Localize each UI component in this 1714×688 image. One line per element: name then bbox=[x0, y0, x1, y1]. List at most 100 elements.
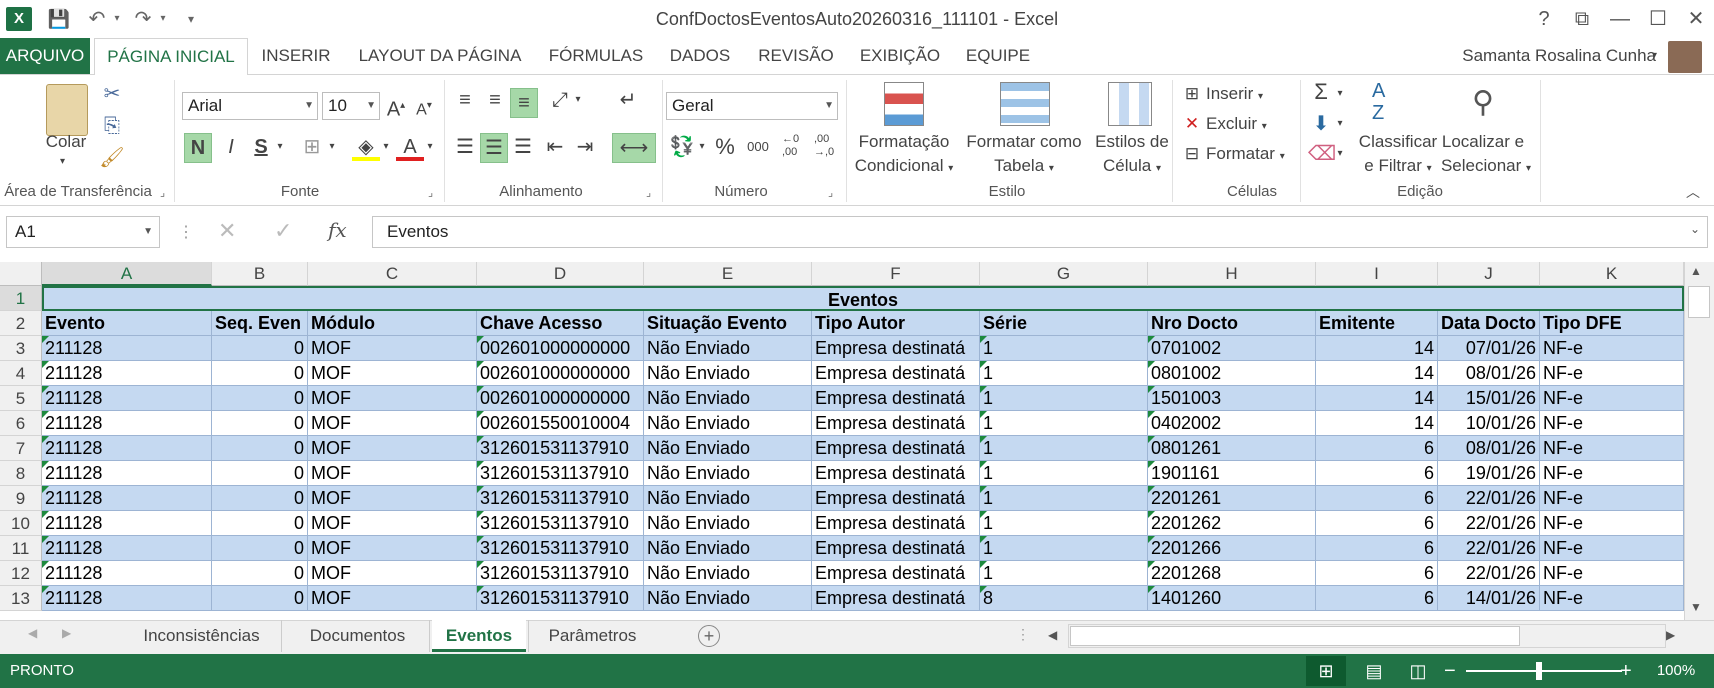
table-cell[interactable]: 22/01/26 bbox=[1438, 561, 1540, 586]
column-header-i[interactable]: I bbox=[1316, 262, 1438, 286]
table-cell[interactable]: Empresa destinatá bbox=[812, 386, 980, 411]
table-cell[interactable]: 6 bbox=[1316, 436, 1438, 461]
table-cell[interactable]: MOF bbox=[308, 586, 477, 611]
table-cell[interactable]: NF-e bbox=[1540, 386, 1684, 411]
delete-cells-icon[interactable]: ✕ bbox=[1180, 110, 1204, 138]
table-cell[interactable]: 312601531137910 bbox=[477, 586, 644, 611]
font-color-dropdown-icon[interactable]: ▾ bbox=[424, 133, 436, 161]
column-header-f[interactable]: F bbox=[812, 262, 980, 286]
column-header-a[interactable]: A bbox=[42, 262, 212, 286]
cell-styles-label-1[interactable]: Estilos de bbox=[1086, 130, 1178, 154]
page-layout-view-icon[interactable]: ▤ bbox=[1356, 656, 1392, 686]
table-cell[interactable]: 0801261 bbox=[1148, 436, 1316, 461]
sheet-scroll-left-icon[interactable]: ◀ bbox=[28, 626, 37, 640]
hscroll-right-icon[interactable]: ▶ bbox=[1666, 628, 1675, 642]
table-cell[interactable]: 22/01/26 bbox=[1438, 511, 1540, 536]
table-cell[interactable]: 6 bbox=[1316, 461, 1438, 486]
table-cell[interactable]: 10/01/26 bbox=[1438, 411, 1540, 436]
zoom-level[interactable]: 100% bbox=[1646, 654, 1706, 688]
avatar[interactable] bbox=[1668, 41, 1702, 73]
align-right-icon[interactable]: ☰ bbox=[510, 133, 536, 161]
tab-exibicao[interactable]: EXIBIÇÃO bbox=[852, 38, 948, 74]
wrap-text-icon[interactable]: ↵ bbox=[614, 86, 642, 114]
table-cell[interactable]: NF-e bbox=[1540, 511, 1684, 536]
insert-function-icon[interactable]: fx bbox=[328, 218, 347, 242]
zoom-slider-track[interactable] bbox=[1466, 670, 1622, 672]
font-launcher-icon[interactable]: ⌟ bbox=[428, 186, 433, 199]
table-header-cell[interactable]: Seq. Even bbox=[212, 311, 308, 336]
row-header[interactable]: 1 bbox=[0, 286, 42, 311]
table-cell[interactable]: 14 bbox=[1316, 361, 1438, 386]
align-middle-icon[interactable]: ≡ bbox=[482, 86, 508, 114]
increase-decimal-button[interactable]: ←0 ,00 bbox=[782, 133, 812, 159]
row-header[interactable]: 5 bbox=[0, 386, 42, 411]
table-header-cell[interactable]: Situação Evento bbox=[644, 311, 812, 336]
copy-icon[interactable]: ⎘ bbox=[98, 112, 126, 140]
table-cell[interactable]: NF-e bbox=[1540, 561, 1684, 586]
maximize-button[interactable]: ☐ bbox=[1642, 4, 1674, 34]
conditional-formatting-label-2[interactable]: Condicional ▾ bbox=[850, 154, 958, 181]
paste-dropdown-icon[interactable]: ▾ bbox=[60, 156, 65, 167]
table-cell[interactable]: 8 bbox=[980, 586, 1148, 611]
table-cell[interactable]: 211128 bbox=[42, 461, 212, 486]
table-cell[interactable]: 0701002 bbox=[1148, 336, 1316, 361]
table-cell[interactable]: 0 bbox=[212, 411, 308, 436]
table-cell[interactable]: Empresa destinatá bbox=[812, 536, 980, 561]
number-format-combo[interactable]: Geral ▼ bbox=[666, 92, 838, 120]
sheet-tab-inconsistencias[interactable]: Inconsistências bbox=[122, 620, 282, 652]
table-cell[interactable]: 0 bbox=[212, 486, 308, 511]
row-header[interactable]: 9 bbox=[0, 486, 42, 511]
sheet-scroll-right-icon[interactable]: ▶ bbox=[62, 626, 71, 640]
table-cell[interactable]: 312601531137910 bbox=[477, 461, 644, 486]
user-dropdown-icon[interactable]: ▾ bbox=[1652, 38, 1657, 74]
table-cell[interactable]: Empresa destinatá bbox=[812, 436, 980, 461]
table-cell[interactable]: 1 bbox=[980, 436, 1148, 461]
table-cell[interactable]: 08/01/26 bbox=[1438, 436, 1540, 461]
clear-dropdown-icon[interactable]: ▾ bbox=[1334, 140, 1346, 168]
column-header-d[interactable]: D bbox=[477, 262, 644, 286]
select-all-corner[interactable] bbox=[0, 262, 42, 286]
table-cell[interactable]: 22/01/26 bbox=[1438, 486, 1540, 511]
table-cell[interactable]: 0402002 bbox=[1148, 411, 1316, 436]
table-cell[interactable]: 211128 bbox=[42, 361, 212, 386]
table-cell[interactable]: NF-e bbox=[1540, 536, 1684, 561]
table-cell[interactable]: Empresa destinatá bbox=[812, 336, 980, 361]
table-cell[interactable]: 1 bbox=[980, 486, 1148, 511]
row-header[interactable]: 3 bbox=[0, 336, 42, 361]
hscroll-left-icon[interactable]: ◀ bbox=[1048, 628, 1057, 642]
table-cell[interactable]: 2201261 bbox=[1148, 486, 1316, 511]
table-cell[interactable]: 0 bbox=[212, 386, 308, 411]
fill-icon[interactable]: ⬇ bbox=[1308, 110, 1334, 138]
zoom-in-icon[interactable]: + bbox=[1620, 654, 1632, 688]
table-cell[interactable]: 14 bbox=[1316, 411, 1438, 436]
sheet-title-cell[interactable]: Eventos bbox=[42, 286, 1684, 311]
table-cell[interactable]: 1 bbox=[980, 411, 1148, 436]
table-header-cell[interactable]: Nro Docto bbox=[1148, 311, 1316, 336]
format-as-table-icon[interactable] bbox=[1000, 82, 1050, 126]
accounting-format-icon[interactable]: 💱 bbox=[668, 133, 696, 161]
column-header-k[interactable]: K bbox=[1540, 262, 1684, 286]
clipboard-launcher-icon[interactable]: ⌟ bbox=[160, 186, 165, 199]
row-header[interactable]: 12 bbox=[0, 561, 42, 586]
table-cell[interactable]: 14 bbox=[1316, 386, 1438, 411]
column-header-j[interactable]: J bbox=[1438, 262, 1540, 286]
close-button[interactable]: ✕ bbox=[1680, 4, 1712, 34]
bold-button[interactable]: N bbox=[184, 133, 212, 163]
vertical-scroll-thumb[interactable] bbox=[1688, 286, 1710, 318]
table-cell[interactable]: Não Enviado bbox=[644, 536, 812, 561]
table-cell[interactable]: 6 bbox=[1316, 511, 1438, 536]
clear-icon[interactable]: ⌫ bbox=[1308, 140, 1336, 168]
tab-arquivo[interactable]: ARQUIVO bbox=[0, 38, 90, 74]
scroll-down-icon[interactable]: ▼ bbox=[1690, 600, 1702, 614]
number-launcher-icon[interactable]: ⌟ bbox=[828, 186, 833, 199]
table-cell[interactable]: 1 bbox=[980, 386, 1148, 411]
sort-filter-label-1[interactable]: Classificar bbox=[1346, 130, 1450, 154]
table-cell[interactable]: 0 bbox=[212, 461, 308, 486]
collapse-ribbon-icon[interactable]: ︿ bbox=[1686, 182, 1700, 202]
ribbon-display-icon[interactable]: ⧉ bbox=[1566, 4, 1598, 34]
table-cell[interactable]: MOF bbox=[308, 461, 477, 486]
increase-indent-icon[interactable]: ⇥ bbox=[572, 133, 598, 161]
table-cell[interactable]: 002601000000000 bbox=[477, 386, 644, 411]
table-cell[interactable]: 22/01/26 bbox=[1438, 536, 1540, 561]
table-cell[interactable]: 2201262 bbox=[1148, 511, 1316, 536]
